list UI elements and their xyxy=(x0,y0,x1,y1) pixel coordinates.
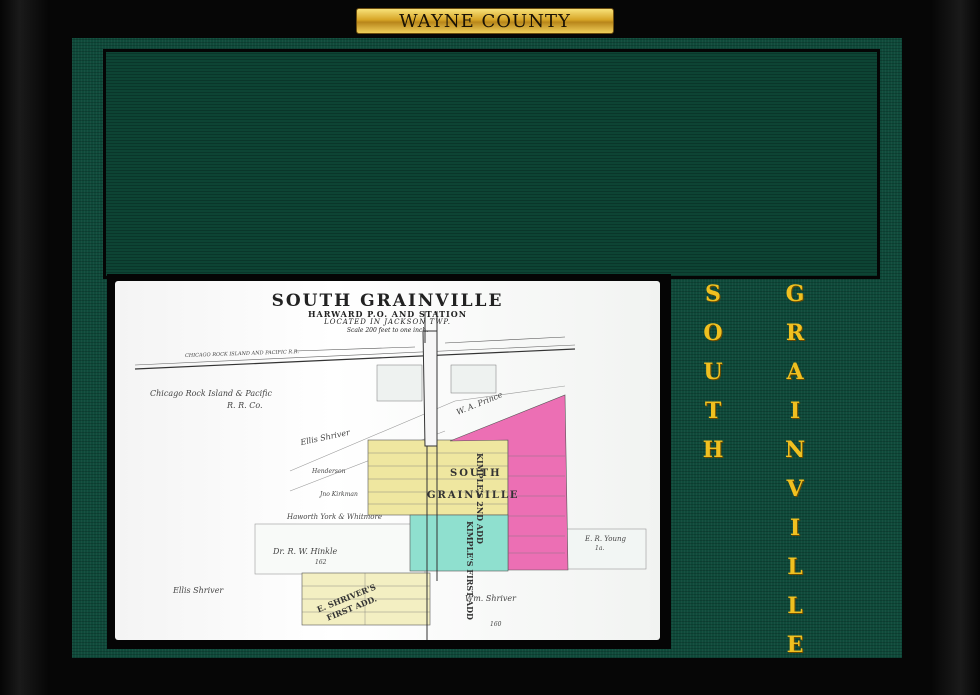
empty-top-panel xyxy=(103,49,880,279)
building-block xyxy=(450,364,497,394)
wm-acres: 160 xyxy=(490,621,502,628)
young-acres: 1a. xyxy=(595,545,605,552)
road-line xyxy=(294,346,416,352)
side-letter: I xyxy=(789,398,801,424)
wayne-county-plaque: WAYNE COUNTY xyxy=(356,8,614,34)
south-grainville-map: SOUTH GRAINVILLE HARWARD P.O. AND STATIO… xyxy=(115,281,660,640)
map-located: LOCATED IN JACKSON TWP. xyxy=(324,318,451,326)
side-letter: L xyxy=(787,593,803,619)
building-block xyxy=(376,364,423,402)
side-letter: O xyxy=(703,320,723,346)
map-scale: Scale 200 feet to one inch. xyxy=(346,327,429,334)
railroad-co-label: R. R. Co. xyxy=(227,401,263,410)
kirkman-label: Jno Kirkman xyxy=(320,491,358,498)
side-letter: L xyxy=(787,554,803,580)
ellis-shriver-label: Ellis Shriver xyxy=(173,586,224,595)
side-letter: V xyxy=(786,476,804,502)
main-street xyxy=(422,330,438,447)
side-letter: G xyxy=(785,281,805,307)
hinkle-acres: 162 xyxy=(315,559,327,566)
young-label: E. R. Young xyxy=(585,535,627,543)
kimples-2nd-label: KIMPLE'S 2ND ADD xyxy=(475,453,485,544)
town-label-grainville: GRAINVILLE xyxy=(427,490,520,501)
side-letter: H xyxy=(702,437,724,463)
henderson-label: Henderson xyxy=(312,468,346,475)
side-letter: A xyxy=(786,359,804,385)
side-letter: U xyxy=(703,359,723,385)
road-line xyxy=(444,336,566,344)
haworth-label: Haworth York & Whitmore xyxy=(287,513,382,521)
side-letter: T xyxy=(704,398,722,424)
railroad-co-label: Chicago Rock Island & Pacific xyxy=(150,389,272,398)
side-letter: R xyxy=(785,320,805,346)
kimples-first-addition xyxy=(409,514,509,572)
side-letter: N xyxy=(784,437,806,463)
side-letter: E xyxy=(786,632,804,658)
side-letter: I xyxy=(789,515,801,541)
hinkle-label: Dr. R. W. Hinkle xyxy=(273,547,338,556)
side-letter: S xyxy=(705,281,721,307)
kimples-first-label: KIMPLE'S FIRST ADD xyxy=(465,521,475,620)
map-title: SOUTH GRAINVILLE xyxy=(271,291,504,311)
